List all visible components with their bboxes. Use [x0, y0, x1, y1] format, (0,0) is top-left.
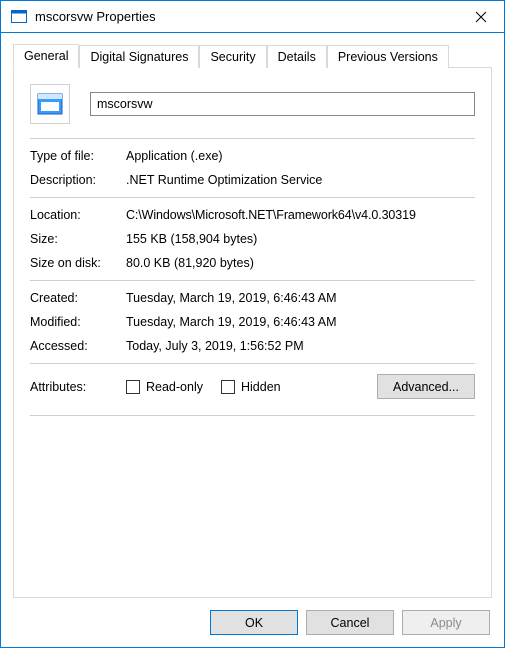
value-size: 155 KB (158,904 bytes) [126, 232, 475, 246]
checkbox-read-only-label: Read-only [146, 380, 203, 394]
divider [30, 138, 475, 139]
dialog-button-row: OK Cancel Apply [1, 598, 504, 647]
apply-button[interactable]: Apply [402, 610, 490, 635]
checkbox-box-icon [126, 380, 140, 394]
dialog-body: General Digital Signatures Security Deta… [1, 33, 504, 598]
general-panel: Type of file: Application (.exe) Descrip… [13, 67, 492, 598]
divider [30, 280, 475, 281]
tab-general[interactable]: General [13, 44, 79, 68]
file-icon [30, 84, 70, 124]
ok-button[interactable]: OK [210, 610, 298, 635]
tab-details[interactable]: Details [267, 45, 327, 68]
cancel-button[interactable]: Cancel [306, 610, 394, 635]
label-type-of-file: Type of file: [30, 149, 126, 163]
tab-strip: General Digital Signatures Security Deta… [13, 43, 492, 67]
label-modified: Modified: [30, 315, 126, 329]
app-icon [11, 9, 27, 25]
label-description: Description: [30, 173, 126, 187]
label-size: Size: [30, 232, 126, 246]
checkbox-read-only[interactable]: Read-only [126, 380, 203, 394]
divider [30, 363, 475, 364]
label-accessed: Accessed: [30, 339, 126, 353]
file-name-input[interactable] [90, 92, 475, 116]
value-description: .NET Runtime Optimization Service [126, 173, 475, 187]
tab-security[interactable]: Security [199, 45, 266, 68]
label-created: Created: [30, 291, 126, 305]
advanced-button[interactable]: Advanced... [377, 374, 475, 399]
checkbox-box-icon [221, 380, 235, 394]
value-type-of-file: Application (.exe) [126, 149, 475, 163]
properties-window: mscorsvw Properties General Digital Sign… [0, 0, 505, 648]
value-size-on-disk: 80.0 KB (81,920 bytes) [126, 256, 475, 270]
checkbox-hidden[interactable]: Hidden [221, 380, 281, 394]
label-attributes: Attributes: [30, 380, 126, 394]
value-accessed: Today, July 3, 2019, 1:56:52 PM [126, 339, 475, 353]
titlebar: mscorsvw Properties [1, 1, 504, 33]
value-modified: Tuesday, March 19, 2019, 6:46:43 AM [126, 315, 475, 329]
tab-previous-versions[interactable]: Previous Versions [327, 45, 449, 68]
value-created: Tuesday, March 19, 2019, 6:46:43 AM [126, 291, 475, 305]
value-location: C:\Windows\Microsoft.NET\Framework64\v4.… [126, 208, 475, 222]
close-button[interactable] [458, 2, 504, 32]
window-title: mscorsvw Properties [35, 9, 458, 24]
label-size-on-disk: Size on disk: [30, 256, 126, 270]
label-location: Location: [30, 208, 126, 222]
divider [30, 197, 475, 198]
checkbox-hidden-label: Hidden [241, 380, 281, 394]
tab-digital-signatures[interactable]: Digital Signatures [79, 45, 199, 68]
divider [30, 415, 475, 416]
